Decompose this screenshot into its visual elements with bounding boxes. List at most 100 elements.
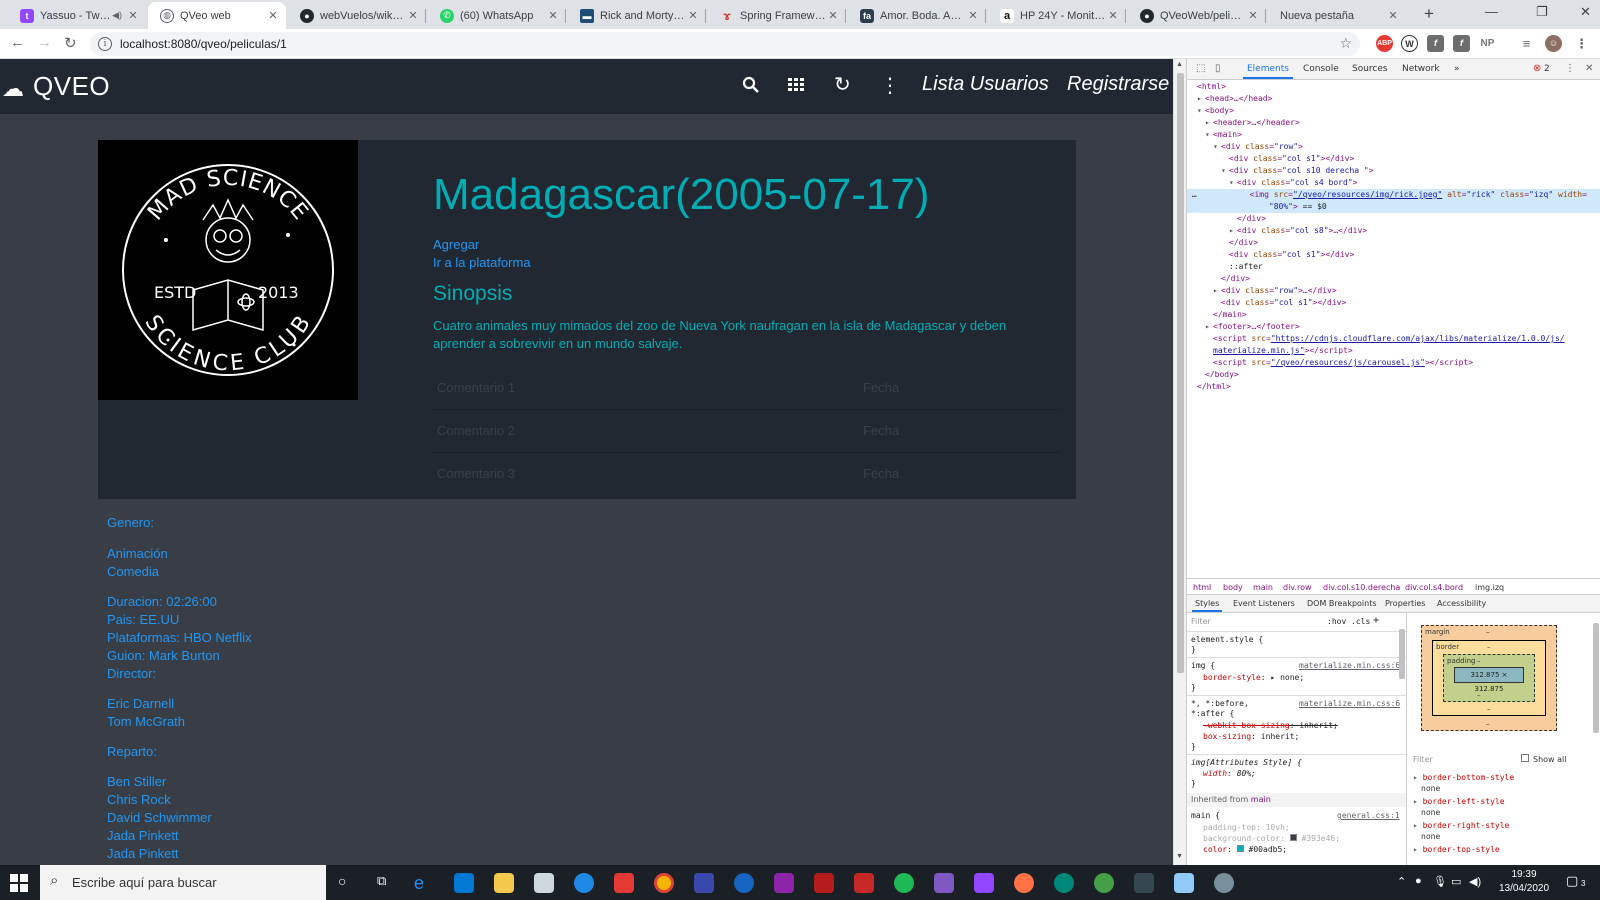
scroll-down-icon[interactable]: ▼	[1176, 853, 1183, 860]
new-tab-button[interactable]: +	[1424, 4, 1434, 24]
taskbar-search-input[interactable]: ⌕ Escribe aquí para buscar	[40, 865, 326, 900]
extension-f-icon[interactable]: f	[1427, 35, 1444, 52]
more-tabs-icon[interactable]: »	[1454, 64, 1460, 74]
store-icon[interactable]	[534, 873, 554, 893]
media-queue-icon[interactable]: ≡	[1518, 35, 1535, 52]
address-bar[interactable]: i localhost:8080/qveo/peliculas/1 ☆	[90, 32, 1360, 56]
box-model-content[interactable]: 312.875 × 312.875	[1454, 667, 1524, 693]
dom-node[interactable]: ▸ <footer>…</footer>	[1205, 321, 1300, 333]
forward-arrow-icon[interactable]: →	[37, 34, 52, 51]
style-declaration-overridden[interactable]: -webkit-box-sizing: inherit;	[1203, 721, 1338, 730]
genero-item[interactable]: Comedia	[107, 564, 159, 579]
director-item[interactable]: Eric Darnell	[107, 696, 174, 711]
network-icon[interactable]: ▭	[1451, 875, 1461, 888]
spotify-icon[interactable]	[894, 873, 914, 893]
tab-amor-boda-azar[interactable]: fa Amor. Boda. Azar (2 ✕	[848, 2, 986, 29]
discord-icon[interactable]	[934, 873, 954, 893]
tab-github-webvuelos[interactable]: ● webVuelos/wiku/sr ✕	[288, 2, 426, 29]
info-icon[interactable]: i	[98, 37, 112, 51]
style-declaration[interactable]: background-color: #393e46;	[1203, 834, 1340, 843]
mail-icon[interactable]	[454, 873, 474, 893]
dom-node[interactable]: <div class="col s1"></div>	[1221, 297, 1346, 309]
app-v-icon[interactable]	[774, 873, 794, 893]
extension-np-icon[interactable]: NP	[1479, 35, 1496, 52]
inspect-icon[interactable]: ⬚	[1196, 63, 1205, 74]
dom-node[interactable]: </body>	[1205, 369, 1239, 381]
dom-node-selected-cont[interactable]: "80%"> == $0	[1187, 201, 1600, 213]
scrollbar-thumb[interactable]	[1177, 73, 1184, 673]
minimize-button[interactable]: —	[1485, 4, 1498, 19]
volume-icon[interactable]: ◀)	[1469, 875, 1481, 888]
url-text[interactable]: localhost:8080/qveo/peliculas/1	[120, 37, 287, 51]
error-count[interactable]: 2	[1544, 64, 1550, 74]
computed-property[interactable]: ▸ border-left-style	[1413, 797, 1505, 806]
style-selector[interactable]: *:after {	[1191, 709, 1234, 718]
tab-event-listeners[interactable]: Event Listeners	[1233, 599, 1295, 608]
style-source-link[interactable]: general.css:1	[1337, 811, 1400, 820]
app-teal-icon[interactable]	[1054, 873, 1074, 893]
plataforma-link[interactable]: Ir a la plataforma	[433, 255, 531, 270]
style-declaration[interactable]: color: #00adb5;	[1203, 845, 1287, 854]
tray-app-icon[interactable]: ●	[1415, 875, 1422, 887]
style-rule[interactable]: main {	[1191, 811, 1220, 820]
hov-toggle[interactable]: :hov	[1327, 617, 1346, 626]
app-gear-icon[interactable]	[1214, 873, 1234, 893]
style-declaration[interactable]: box-sizing: inherit;	[1203, 732, 1299, 741]
breadcrumb-item[interactable]: html	[1193, 583, 1211, 592]
microphone-icon[interactable]: 🎙	[1433, 875, 1447, 888]
app-blue-circle-icon[interactable]	[574, 873, 594, 893]
agregar-link[interactable]: Agregar	[433, 237, 479, 252]
edge-icon[interactable]: e	[414, 873, 434, 893]
app-light-icon[interactable]	[1174, 873, 1194, 893]
tab-rick-and-morty[interactable]: ▬ Rick and Morty (TV ✕	[568, 2, 706, 29]
breadcrumb-item[interactable]: main	[1253, 583, 1273, 592]
dom-node-selected[interactable]: … <img src="/qveo/resources/img/rick.jpe…	[1187, 189, 1600, 201]
dom-node[interactable]: </html>	[1197, 381, 1231, 393]
tab-qveo-web[interactable]: ◍ QVeo web ✕	[148, 2, 286, 29]
breadcrumb-item[interactable]: body	[1223, 583, 1243, 592]
style-rule[interactable]: *, *:before,	[1191, 699, 1249, 708]
dom-node[interactable]: ::after	[1229, 261, 1263, 273]
styles-filter-input[interactable]: Filter	[1191, 617, 1211, 626]
tab-twitch[interactable]: t Yassuo - Twitch ◀) ✕	[8, 2, 146, 29]
notification-icon[interactable]: ▢	[1566, 873, 1578, 889]
tab-dom-breakpoints[interactable]: DOM Breakpoints	[1307, 599, 1377, 608]
extension-w-icon[interactable]: W	[1401, 35, 1418, 52]
file-explorer-icon[interactable]	[494, 873, 514, 893]
office-icon[interactable]	[614, 873, 634, 893]
restore-button[interactable]: ❐	[1536, 4, 1548, 20]
adblock-icon[interactable]: ABP	[1376, 35, 1393, 52]
style-declaration[interactable]: border-style: ▸ none;	[1203, 673, 1304, 682]
dom-node[interactable]: ▸ <header>…</header>	[1205, 117, 1300, 129]
reparto-item[interactable]: Ben Stiller	[107, 774, 166, 789]
style-declaration[interactable]: width: 80%;	[1203, 769, 1256, 778]
tab-properties[interactable]: Properties	[1385, 599, 1425, 608]
dom-node[interactable]: ▾ <div class="col s4 bord">	[1229, 177, 1357, 189]
box-model-padding[interactable]: padding – 312.875 × 312.875 –	[1443, 654, 1535, 702]
dom-node[interactable]: <div class="col s1"></div>	[1229, 153, 1354, 165]
app-orange-icon[interactable]	[1014, 873, 1034, 893]
reload-icon[interactable]: ↻	[64, 34, 77, 52]
box-model-border[interactable]: border – padding – 312.875 × 312.875 – –	[1432, 640, 1546, 716]
window-close-button[interactable]: ✕	[1580, 4, 1591, 20]
close-icon[interactable]: ✕	[126, 9, 140, 22]
extension-f2-icon[interactable]: f	[1453, 35, 1470, 52]
steam-icon[interactable]	[734, 873, 754, 893]
dom-node[interactable]: <script src="https://cdnjs.cloudflare.co…	[1213, 333, 1565, 345]
chrome-icon[interactable]	[654, 873, 674, 893]
breadcrumb-item[interactable]: div.col.s10.derecha	[1323, 583, 1400, 592]
scroll-up-icon[interactable]: ▲	[1176, 61, 1183, 68]
close-icon[interactable]: ✕	[406, 9, 420, 22]
devtools-menu-icon[interactable]: ⋮	[1565, 63, 1575, 74]
dom-node[interactable]: <script src="/qveo/resources/js/carousel…	[1213, 357, 1473, 369]
tab-console[interactable]: Console	[1303, 64, 1339, 74]
kebab-menu-icon[interactable]: ⋮	[1573, 35, 1590, 52]
tab-spring-framework[interactable]: ɤ Spring Framework S ✕	[708, 2, 846, 29]
style-rule[interactable]: img[Attributes Style] {	[1191, 758, 1302, 767]
speaker-icon[interactable]: ◀)	[112, 10, 122, 21]
tab-nueva-pestana[interactable]: Nueva pestaña ✕	[1268, 2, 1406, 29]
dom-node[interactable]: ▾ <main>	[1205, 129, 1242, 141]
tab-accessibility[interactable]: Accessibility	[1437, 599, 1486, 608]
computed-property[interactable]: ▸ border-top-style	[1413, 845, 1500, 854]
style-source-link[interactable]: materialize.min.css:6	[1299, 661, 1400, 670]
